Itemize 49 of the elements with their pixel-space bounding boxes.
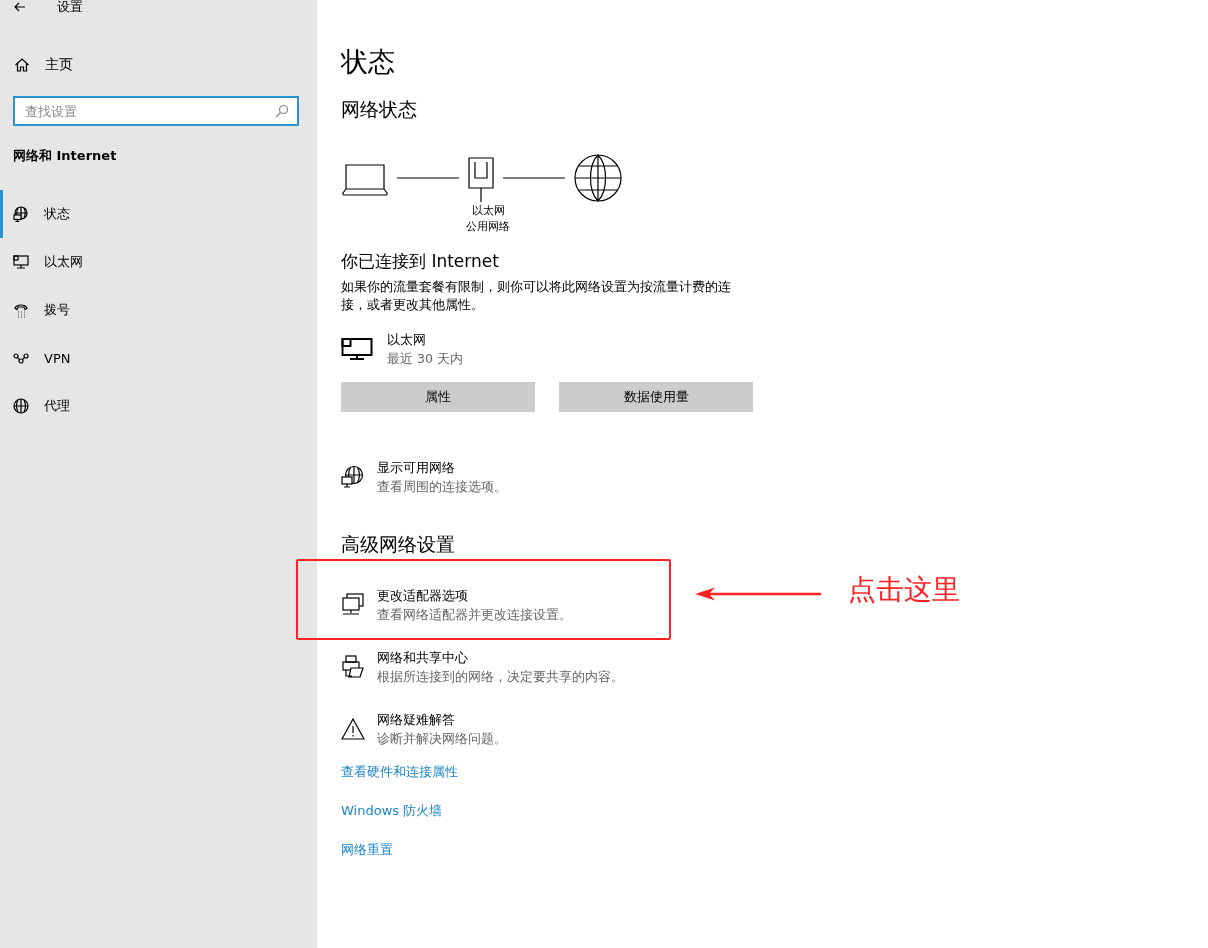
home-icon [14,57,30,73]
globe-monitor-icon [341,465,365,489]
option-description: 根据所连接到的网络，决定要共享的内容。 [377,668,624,686]
globe-icon [13,397,29,415]
category-heading: 网络和 Internet [13,147,118,165]
home-item[interactable]: 主页 [0,53,317,77]
settings-link[interactable]: Windows 防火墙 [341,801,443,821]
connection-description: 如果你的流量套餐有限制，则你可以将此网络设置为按流量计费的连接，或者更改其他属性。 [341,278,732,314]
nav-item[interactable]: VPN [0,334,317,382]
connector-line [503,177,565,179]
warning-icon [341,717,365,741]
section-heading: 高级网络设置 [341,532,455,557]
globe-icon [573,153,623,203]
option-title[interactable]: 网络疑难解答 [377,710,507,729]
settings-link[interactable]: 查看硬件和连接属性 [341,762,458,782]
nav-item[interactable]: 以太网 [0,238,317,286]
page-title: 状态 [341,45,395,79]
action-button[interactable]: 属性 [341,382,535,412]
window-title: 设置 [57,0,83,16]
monitor-icon [341,337,373,361]
monitor-icon [13,253,29,271]
option-description: 查看周围的连接选项。 [377,478,507,496]
ethernet-port-icon [467,154,495,202]
option-description: 诊断并解决网络问题。 [377,730,507,748]
adapter-detail: 最近 30 天内 [387,350,463,368]
option-description: 查看网络适配器并更改连接设置。 [377,606,572,624]
back-arrow-icon [14,2,26,12]
action-button[interactable]: 数据使用量 [559,382,753,412]
option-title[interactable]: 更改适配器选项 [377,586,572,605]
arrow-icon [695,587,823,601]
nav-item[interactable]: 状态 [0,190,317,238]
annotation-label: 点击这里 [848,572,960,608]
network-label: 以太网 [470,203,506,219]
printer-folder-icon [341,655,365,679]
globe-monitor-icon [13,205,29,223]
search-icon [275,104,289,118]
connection-status: 你已连接到 Internet [341,250,499,273]
section-heading: 网络状态 [341,97,417,122]
nav-item[interactable]: 代理 [0,382,317,430]
adapter-name: 以太网 [387,331,427,349]
network-label: 公用网络 [465,219,511,235]
option-title[interactable]: 显示可用网络 [377,458,507,477]
search-field[interactable]: 查找设置 [13,96,299,126]
settings-link[interactable]: 网络重置 [341,840,393,860]
option-title[interactable]: 网络和共享中心 [377,648,624,667]
phone-icon [13,301,29,319]
connector-line [397,177,459,179]
nav-item[interactable]: 拨号 [0,286,317,334]
monitor-pair-icon [341,593,365,617]
